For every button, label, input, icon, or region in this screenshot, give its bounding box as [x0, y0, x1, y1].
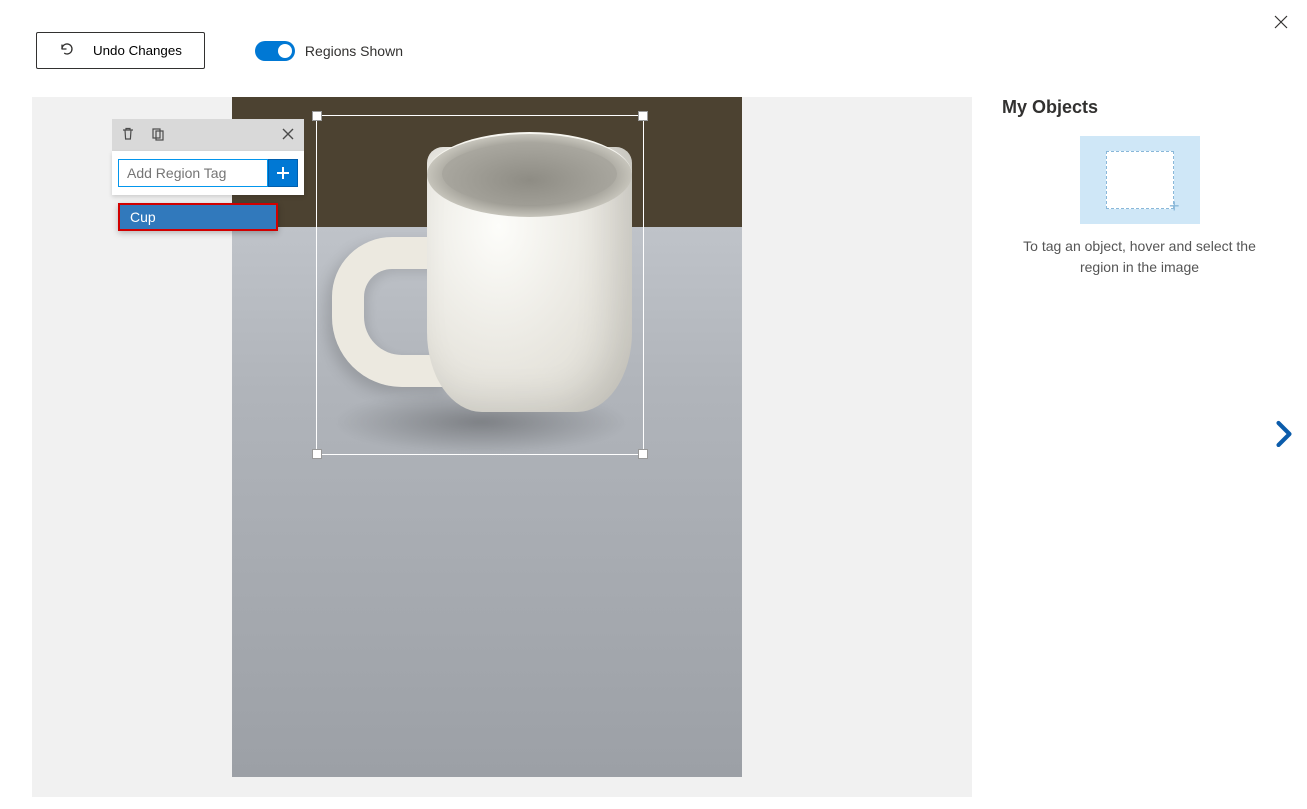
regions-shown-toggle[interactable]	[255, 41, 295, 61]
copy-region-icon[interactable]	[150, 126, 166, 145]
undo-changes-button[interactable]: Undo Changes	[36, 32, 205, 69]
add-region-tag-input[interactable]	[118, 159, 268, 187]
delete-region-icon[interactable]	[120, 126, 136, 145]
add-tag-button[interactable]	[268, 159, 298, 187]
plus-icon: +	[1169, 197, 1180, 215]
region-tag-panel	[112, 119, 304, 195]
undo-icon	[59, 41, 75, 60]
sidebar-hint: To tag an object, hover and select the r…	[1002, 236, 1277, 278]
close-tag-panel-icon[interactable]	[280, 126, 296, 145]
tag-suggestion-item[interactable]: Cup	[118, 203, 278, 231]
my-objects-title: My Objects	[1002, 97, 1277, 118]
resize-handle-bl[interactable]	[312, 449, 322, 459]
resize-handle-tl[interactable]	[312, 111, 322, 121]
resize-handle-br[interactable]	[638, 449, 648, 459]
regions-toggle-wrap: Regions Shown	[255, 41, 403, 61]
resize-handle-tr[interactable]	[638, 111, 648, 121]
image-canvas[interactable]: Cup	[32, 97, 972, 797]
close-button[interactable]	[1273, 14, 1289, 33]
top-toolbar: Undo Changes Regions Shown	[0, 0, 1307, 69]
regions-shown-label: Regions Shown	[305, 43, 403, 59]
my-objects-sidebar: My Objects + To tag an object, hover and…	[972, 97, 1307, 797]
undo-label: Undo Changes	[93, 43, 182, 58]
next-image-button[interactable]	[1273, 420, 1295, 451]
tag-panel-header	[112, 119, 304, 151]
region-selection-box[interactable]	[316, 115, 644, 455]
add-object-placeholder[interactable]: +	[1080, 136, 1200, 224]
